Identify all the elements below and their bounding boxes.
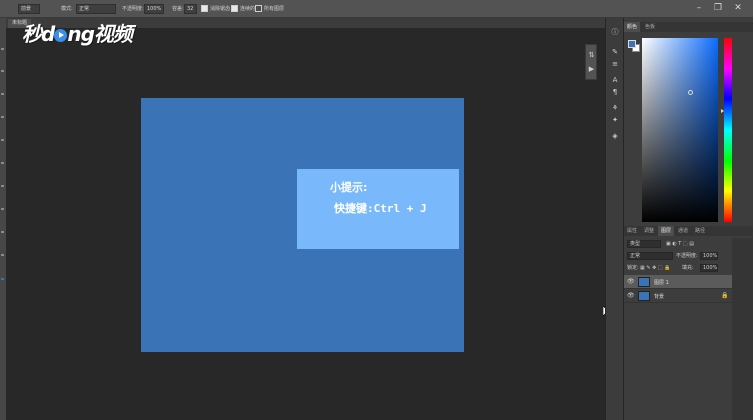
layer-filter-icons[interactable]: ▣ ◐ T ⬚ ▤ [666, 241, 694, 248]
fill-value: 100% [703, 265, 718, 271]
styles-icon[interactable]: ✦ [610, 116, 620, 125]
tab-swatches[interactable]: 色板 [642, 22, 658, 32]
tip-shortcut: 快捷键:Ctrl + J [334, 202, 427, 215]
floating-panel-strip: ⇅ ▶ [585, 44, 597, 80]
layer-opacity-label: 不透明度: [676, 253, 698, 259]
tool-button[interactable] [1, 48, 4, 50]
layer-thumbnail [638, 277, 650, 287]
layer-row[interactable]: 👁 背景 🔒 [624, 289, 732, 303]
fill-label: 填充: [682, 265, 694, 271]
layer-opacity-input[interactable]: 100% [700, 252, 718, 260]
fill-input[interactable]: 100% [700, 264, 718, 272]
hue-slider-marker[interactable] [721, 109, 724, 113]
tool-button[interactable] [1, 162, 4, 164]
3d-icon[interactable]: ◈ [610, 132, 620, 141]
tool-button[interactable] [1, 208, 4, 210]
tab-properties[interactable]: 属性 [624, 226, 640, 236]
mode-label: 模式: [61, 6, 73, 12]
tool-button[interactable] [1, 185, 4, 187]
all-layers-label: 所有图层 [264, 6, 285, 12]
watermark-text-start: 秒d [22, 22, 55, 46]
layer-filter-select[interactable]: 类型 [627, 240, 661, 248]
all-layers-checkbox[interactable] [255, 5, 262, 12]
opacity-input[interactable]: 100% [144, 4, 164, 14]
foreground-color-swatch[interactable] [1, 278, 4, 280]
color-picker-marker[interactable] [688, 90, 693, 95]
tab-channels[interactable]: 通道 [675, 226, 691, 236]
brush-settings-icon[interactable]: ✎ [610, 48, 620, 57]
tool-button[interactable] [1, 139, 4, 141]
anti-alias-label: 消除锯齿 [210, 6, 231, 12]
tool-preset-picker[interactable]: 前景 [18, 4, 40, 14]
tolerance-label: 容差: [172, 6, 184, 12]
foreground-color-swatch[interactable] [628, 40, 636, 48]
tool-preset-value: 前景 [21, 6, 32, 12]
contiguous-checkbox[interactable] [231, 5, 238, 12]
blend-mode-value: 正常 [630, 253, 641, 259]
clone-source-icon[interactable]: ⚘ [610, 104, 620, 113]
color-field[interactable] [642, 38, 718, 222]
tip-title: 小提示: [330, 181, 368, 194]
anti-alias-checkbox[interactable] [201, 5, 208, 12]
tolerance-input[interactable]: 32 [184, 4, 197, 14]
eye-icon[interactable]: 👁 [627, 292, 635, 299]
layer-filter-value: 类型 [630, 241, 641, 247]
close-button[interactable]: ✕ [733, 3, 743, 13]
watermark-logo: 秒d ng视频 [22, 18, 133, 47]
mode-select[interactable]: 正常 [76, 4, 116, 14]
layer-name: 图层 1 [654, 280, 669, 286]
panel-dock-strip: ⓘ ✎ ≡ A ¶ ⚘ ✦ ◈ [605, 18, 623, 420]
mode-value: 正常 [79, 6, 90, 12]
opacity-label: 不透明度: [122, 6, 144, 12]
brush-presets-icon[interactable]: ≡ [610, 60, 620, 69]
blend-mode-select[interactable]: 正常 [627, 252, 673, 260]
tab-adjustments[interactable]: 调整 [641, 226, 657, 236]
right-panels: 颜色 色板 属性 调整 图层 通道 路径 类型 ▣ ◐ T ⬚ ▤ 正常 不透明… [623, 18, 753, 420]
hue-slider[interactable] [724, 38, 732, 222]
tool-button[interactable] [1, 70, 4, 72]
minimize-button[interactable]: – [694, 3, 704, 13]
layers-panel-tabs: 属性 调整 图层 通道 路径 [624, 226, 753, 236]
layer-opacity-value: 100% [703, 253, 718, 259]
tab-layers[interactable]: 图层 [658, 226, 675, 236]
lock-icon: 🔒 [721, 292, 729, 299]
color-panel-tabs: 颜色 色板 [624, 22, 753, 32]
info-icon[interactable]: ⓘ [610, 28, 620, 37]
layer-row[interactable]: 👁 图层 1 [624, 275, 732, 289]
tool-button[interactable] [1, 254, 4, 256]
character-icon[interactable]: A [610, 76, 620, 85]
tolerance-value: 32 [187, 6, 194, 12]
paragraph-icon[interactable]: ¶ [610, 88, 620, 97]
tab-color[interactable]: 颜色 [624, 22, 641, 32]
options-bar: 前景 模式: 正常 不透明度: 100% 容差: 32 消除锯齿 连续的 所有图… [0, 0, 753, 18]
layers-panel-scrollbar[interactable] [732, 238, 753, 420]
play-icon [54, 29, 68, 42]
tool-button[interactable] [1, 231, 4, 233]
eye-icon[interactable]: 👁 [627, 278, 635, 285]
layer-thumbnail [638, 291, 650, 301]
tool-button[interactable] [1, 93, 4, 95]
lock-options-icons[interactable]: ▦ ✎ ✥ ⬚ 🔒 [640, 265, 670, 272]
tab-paths[interactable]: 路径 [692, 226, 708, 236]
layer-name: 背景 [654, 294, 665, 300]
contiguous-label: 连续的 [240, 6, 256, 12]
watermark-text-end: ng视频 [67, 22, 133, 46]
play-action-icon[interactable]: ▶ [587, 65, 596, 74]
lock-label: 锁定: [627, 265, 639, 271]
tool-button[interactable] [1, 116, 4, 118]
opacity-value: 100% [147, 6, 162, 12]
restore-button[interactable]: ❐ [713, 3, 723, 13]
history-icon[interactable]: ⇅ [587, 51, 596, 60]
